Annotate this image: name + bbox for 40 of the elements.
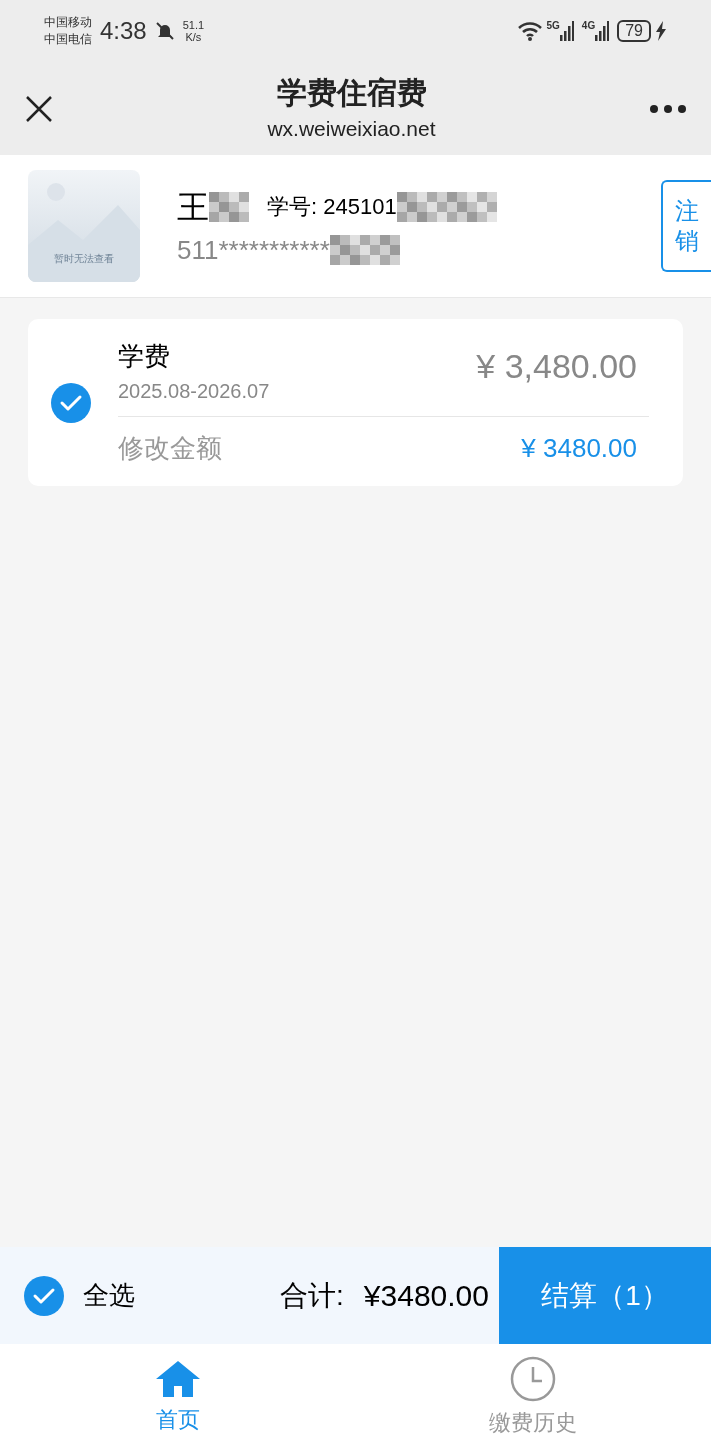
total-amount: ¥3480.00 bbox=[363, 1278, 489, 1314]
edit-amount-value[interactable]: ¥ 3480.00 bbox=[521, 429, 637, 468]
network-label: 5G bbox=[546, 19, 560, 33]
total-label: 合计: bbox=[280, 1278, 344, 1313]
fee-period: 2025.08-2026.07 bbox=[118, 379, 270, 404]
photo-caption: 暂时无法查看 bbox=[53, 252, 115, 266]
select-all-checkbox[interactable] bbox=[24, 1275, 64, 1316]
more-icon[interactable] bbox=[649, 103, 687, 114]
carrier-label: 中国移动 bbox=[44, 14, 92, 31]
page-title: 学费住宿费 bbox=[276, 74, 427, 111]
speed-unit: K/s bbox=[185, 31, 202, 43]
logout-button[interactable]: 注销 bbox=[661, 180, 711, 272]
charging-icon bbox=[655, 21, 667, 41]
select-all-label[interactable]: 全选 bbox=[83, 1276, 135, 1315]
fee-name: 学费 bbox=[118, 340, 171, 373]
checkout-button[interactable]: 结算（1） bbox=[499, 1247, 711, 1344]
muted-bell-icon bbox=[154, 21, 175, 41]
page-url: wx.weiweixiao.net bbox=[267, 115, 436, 142]
fee-checkbox[interactable] bbox=[51, 382, 91, 423]
clock-time: 4:38 bbox=[100, 16, 147, 46]
clock-icon bbox=[510, 1356, 557, 1402]
speed-value: 51.1 bbox=[182, 19, 205, 31]
student-name: 王 bbox=[177, 187, 209, 227]
tab-item[interactable]: 首页 bbox=[0, 1344, 356, 1451]
network-label: 4G bbox=[581, 19, 596, 33]
tab-label: 缴费历史 bbox=[489, 1409, 578, 1437]
redaction-mosaic bbox=[209, 191, 249, 222]
tab-item[interactable]: 缴费历史 bbox=[355, 1344, 711, 1451]
signal-icon bbox=[559, 21, 574, 41]
edit-amount-label[interactable]: 修改金额 bbox=[118, 429, 222, 468]
student-number: 学号: 245101 bbox=[267, 193, 397, 221]
battery-level: 79 bbox=[617, 20, 651, 42]
fee-amount: ¥ 3,480.00 bbox=[476, 346, 637, 387]
close-icon[interactable] bbox=[24, 93, 54, 124]
signal-icon bbox=[595, 21, 610, 41]
id-number: 511*********** bbox=[177, 233, 330, 267]
carrier-label: 中国电信 bbox=[44, 31, 92, 48]
wifi-icon bbox=[516, 20, 543, 42]
redaction-mosaic bbox=[329, 235, 400, 265]
tab-label: 首页 bbox=[155, 1406, 200, 1434]
